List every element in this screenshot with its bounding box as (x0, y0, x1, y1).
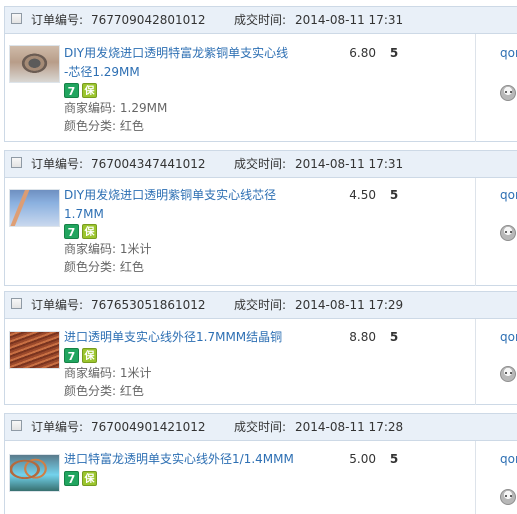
unit-price: 6.80 (349, 46, 376, 60)
buyer-link[interactable]: qor (500, 186, 517, 204)
column-divider (475, 441, 476, 514)
merchant-code-row: 商家编码: 1米计 (64, 364, 152, 382)
seven-day-return-icon: 7 (64, 348, 79, 363)
buyer-link[interactable]: qor (500, 328, 517, 346)
merchant-code-value: 1.29MM (119, 101, 168, 115)
product-thumbnail[interactable] (9, 454, 60, 492)
merchant-code-row: 商家编码: 1.29MM (64, 99, 167, 117)
order-number-label: 订单编号: (31, 157, 84, 171)
product-title-line-1: DIY用发烧进口透明特富龙紫铜单支实心线 (64, 46, 289, 60)
checkbox-icon[interactable] (11, 13, 22, 24)
column-divider (475, 319, 476, 405)
service-badges: 7 保 (64, 471, 104, 488)
order-number: 767004347441012 (91, 157, 206, 171)
product-title-line-2: 1.7MM (64, 207, 104, 221)
order-header: 订单编号: 767709042801012 成交时间: 2014-08-11 1… (5, 7, 517, 34)
order-number: 767004901421012 (91, 420, 206, 434)
guarantee-icon: 保 (82, 471, 97, 486)
order-card: 订单编号: 767004901421012 成交时间: 2014-08-11 1… (4, 413, 517, 514)
order-number-label: 订单编号: (31, 420, 84, 434)
product-thumbnail[interactable] (9, 189, 60, 227)
seven-day-return-icon: 7 (64, 83, 79, 98)
guarantee-icon: 保 (82, 224, 97, 239)
column-divider (475, 34, 476, 142)
product-title-link[interactable]: DIY用发烧进口透明特富龙紫铜单支实心线 -芯径1.29MM (64, 44, 296, 82)
color-category-value: 红色 (119, 119, 144, 133)
service-badges: 7 保 (64, 348, 104, 365)
quantity: 5 (389, 46, 399, 60)
product-title-line-2: -芯径1.29MM (64, 65, 140, 79)
service-badges: 7 保 (64, 224, 104, 241)
color-category-label: 颜色分类: (64, 119, 117, 133)
order-number: 767709042801012 (91, 13, 206, 27)
transaction-time: 2014-08-11 17:28 (295, 420, 404, 434)
service-badges: 7 保 (64, 83, 104, 100)
seven-day-return-icon: 7 (64, 224, 79, 239)
order-number: 767653051861012 (91, 298, 206, 312)
merchant-code-label: 商家编码: (64, 242, 117, 256)
unit-price: 4.50 (349, 188, 376, 202)
seven-day-return-icon: 7 (64, 471, 79, 486)
checkbox-icon[interactable] (11, 298, 22, 309)
quantity: 5 (389, 330, 399, 344)
color-category-label: 颜色分类: (64, 260, 117, 274)
unit-price: 8.80 (349, 330, 376, 344)
transaction-time-label: 成交时间: (234, 157, 287, 171)
buyer-link[interactable]: qor (500, 450, 517, 468)
buyer-avatar-icon[interactable] (500, 489, 516, 505)
color-category-row: 颜色分类: 红色 (64, 382, 144, 400)
product-thumbnail[interactable] (9, 331, 60, 369)
unit-price: 5.00 (349, 452, 376, 466)
buyer-link[interactable]: qor (500, 44, 517, 62)
order-header: 订单编号: 767004347441012 成交时间: 2014-08-11 1… (5, 151, 517, 178)
quantity: 5 (389, 188, 399, 202)
order-card: 订单编号: 767004347441012 成交时间: 2014-08-11 1… (4, 150, 517, 286)
product-thumbnail[interactable] (9, 45, 60, 83)
checkbox-icon[interactable] (11, 420, 22, 431)
merchant-code-row: 商家编码: 1米计 (64, 240, 152, 258)
transaction-time-label: 成交时间: (234, 13, 287, 27)
color-category-value: 红色 (119, 260, 144, 274)
color-category-row: 颜色分类: 红色 (64, 258, 144, 276)
transaction-time: 2014-08-11 17:31 (295, 157, 404, 171)
transaction-time: 2014-08-11 17:31 (295, 13, 404, 27)
order-number-label: 订单编号: (31, 13, 84, 27)
guarantee-icon: 保 (82, 348, 97, 363)
order-number-label: 订单编号: (31, 298, 84, 312)
product-title-link[interactable]: DIY用发烧进口透明紫铜单支实心线芯径 1.7MM (64, 186, 296, 224)
order-card: 订单编号: 767653051861012 成交时间: 2014-08-11 1… (4, 291, 517, 405)
product-title-line-1: DIY用发烧进口透明紫铜单支实心线芯径 (64, 188, 277, 202)
transaction-time: 2014-08-11 17:29 (295, 298, 404, 312)
product-title-link[interactable]: 进口透明单支实心线外径1.7MMM结晶铜 (64, 328, 296, 347)
color-category-label: 颜色分类: (64, 384, 117, 398)
order-header: 订单编号: 767004901421012 成交时间: 2014-08-11 1… (5, 414, 517, 441)
color-category-value: 红色 (119, 384, 144, 398)
checkbox-icon[interactable] (11, 157, 22, 168)
merchant-code-label: 商家编码: (64, 101, 117, 115)
transaction-time-label: 成交时间: (234, 298, 287, 312)
order-header: 订单编号: 767653051861012 成交时间: 2014-08-11 1… (5, 292, 517, 319)
order-card: 订单编号: 767709042801012 成交时间: 2014-08-11 1… (4, 6, 517, 142)
product-title-line-1: 进口透明单支实心线外径1.7MMM结晶铜 (64, 330, 283, 344)
quantity: 5 (389, 452, 399, 466)
merchant-code-value: 1米计 (119, 242, 152, 256)
buyer-avatar-icon[interactable] (500, 366, 516, 382)
color-category-row: 颜色分类: 红色 (64, 117, 144, 135)
merchant-code-value: 1米计 (119, 366, 152, 380)
guarantee-icon: 保 (82, 83, 97, 98)
merchant-code-label: 商家编码: (64, 366, 117, 380)
buyer-avatar-icon[interactable] (500, 85, 516, 101)
column-divider (475, 178, 476, 286)
product-title-link[interactable]: 进口特富龙透明单支实心线外径1/1.4MMM (64, 450, 296, 469)
product-title-line-1: 进口特富龙透明单支实心线外径1/1.4MMM (64, 452, 294, 466)
transaction-time-label: 成交时间: (234, 420, 287, 434)
buyer-avatar-icon[interactable] (500, 225, 516, 241)
order-list-page: 订单编号: 767709042801012 成交时间: 2014-08-11 1… (0, 0, 517, 514)
